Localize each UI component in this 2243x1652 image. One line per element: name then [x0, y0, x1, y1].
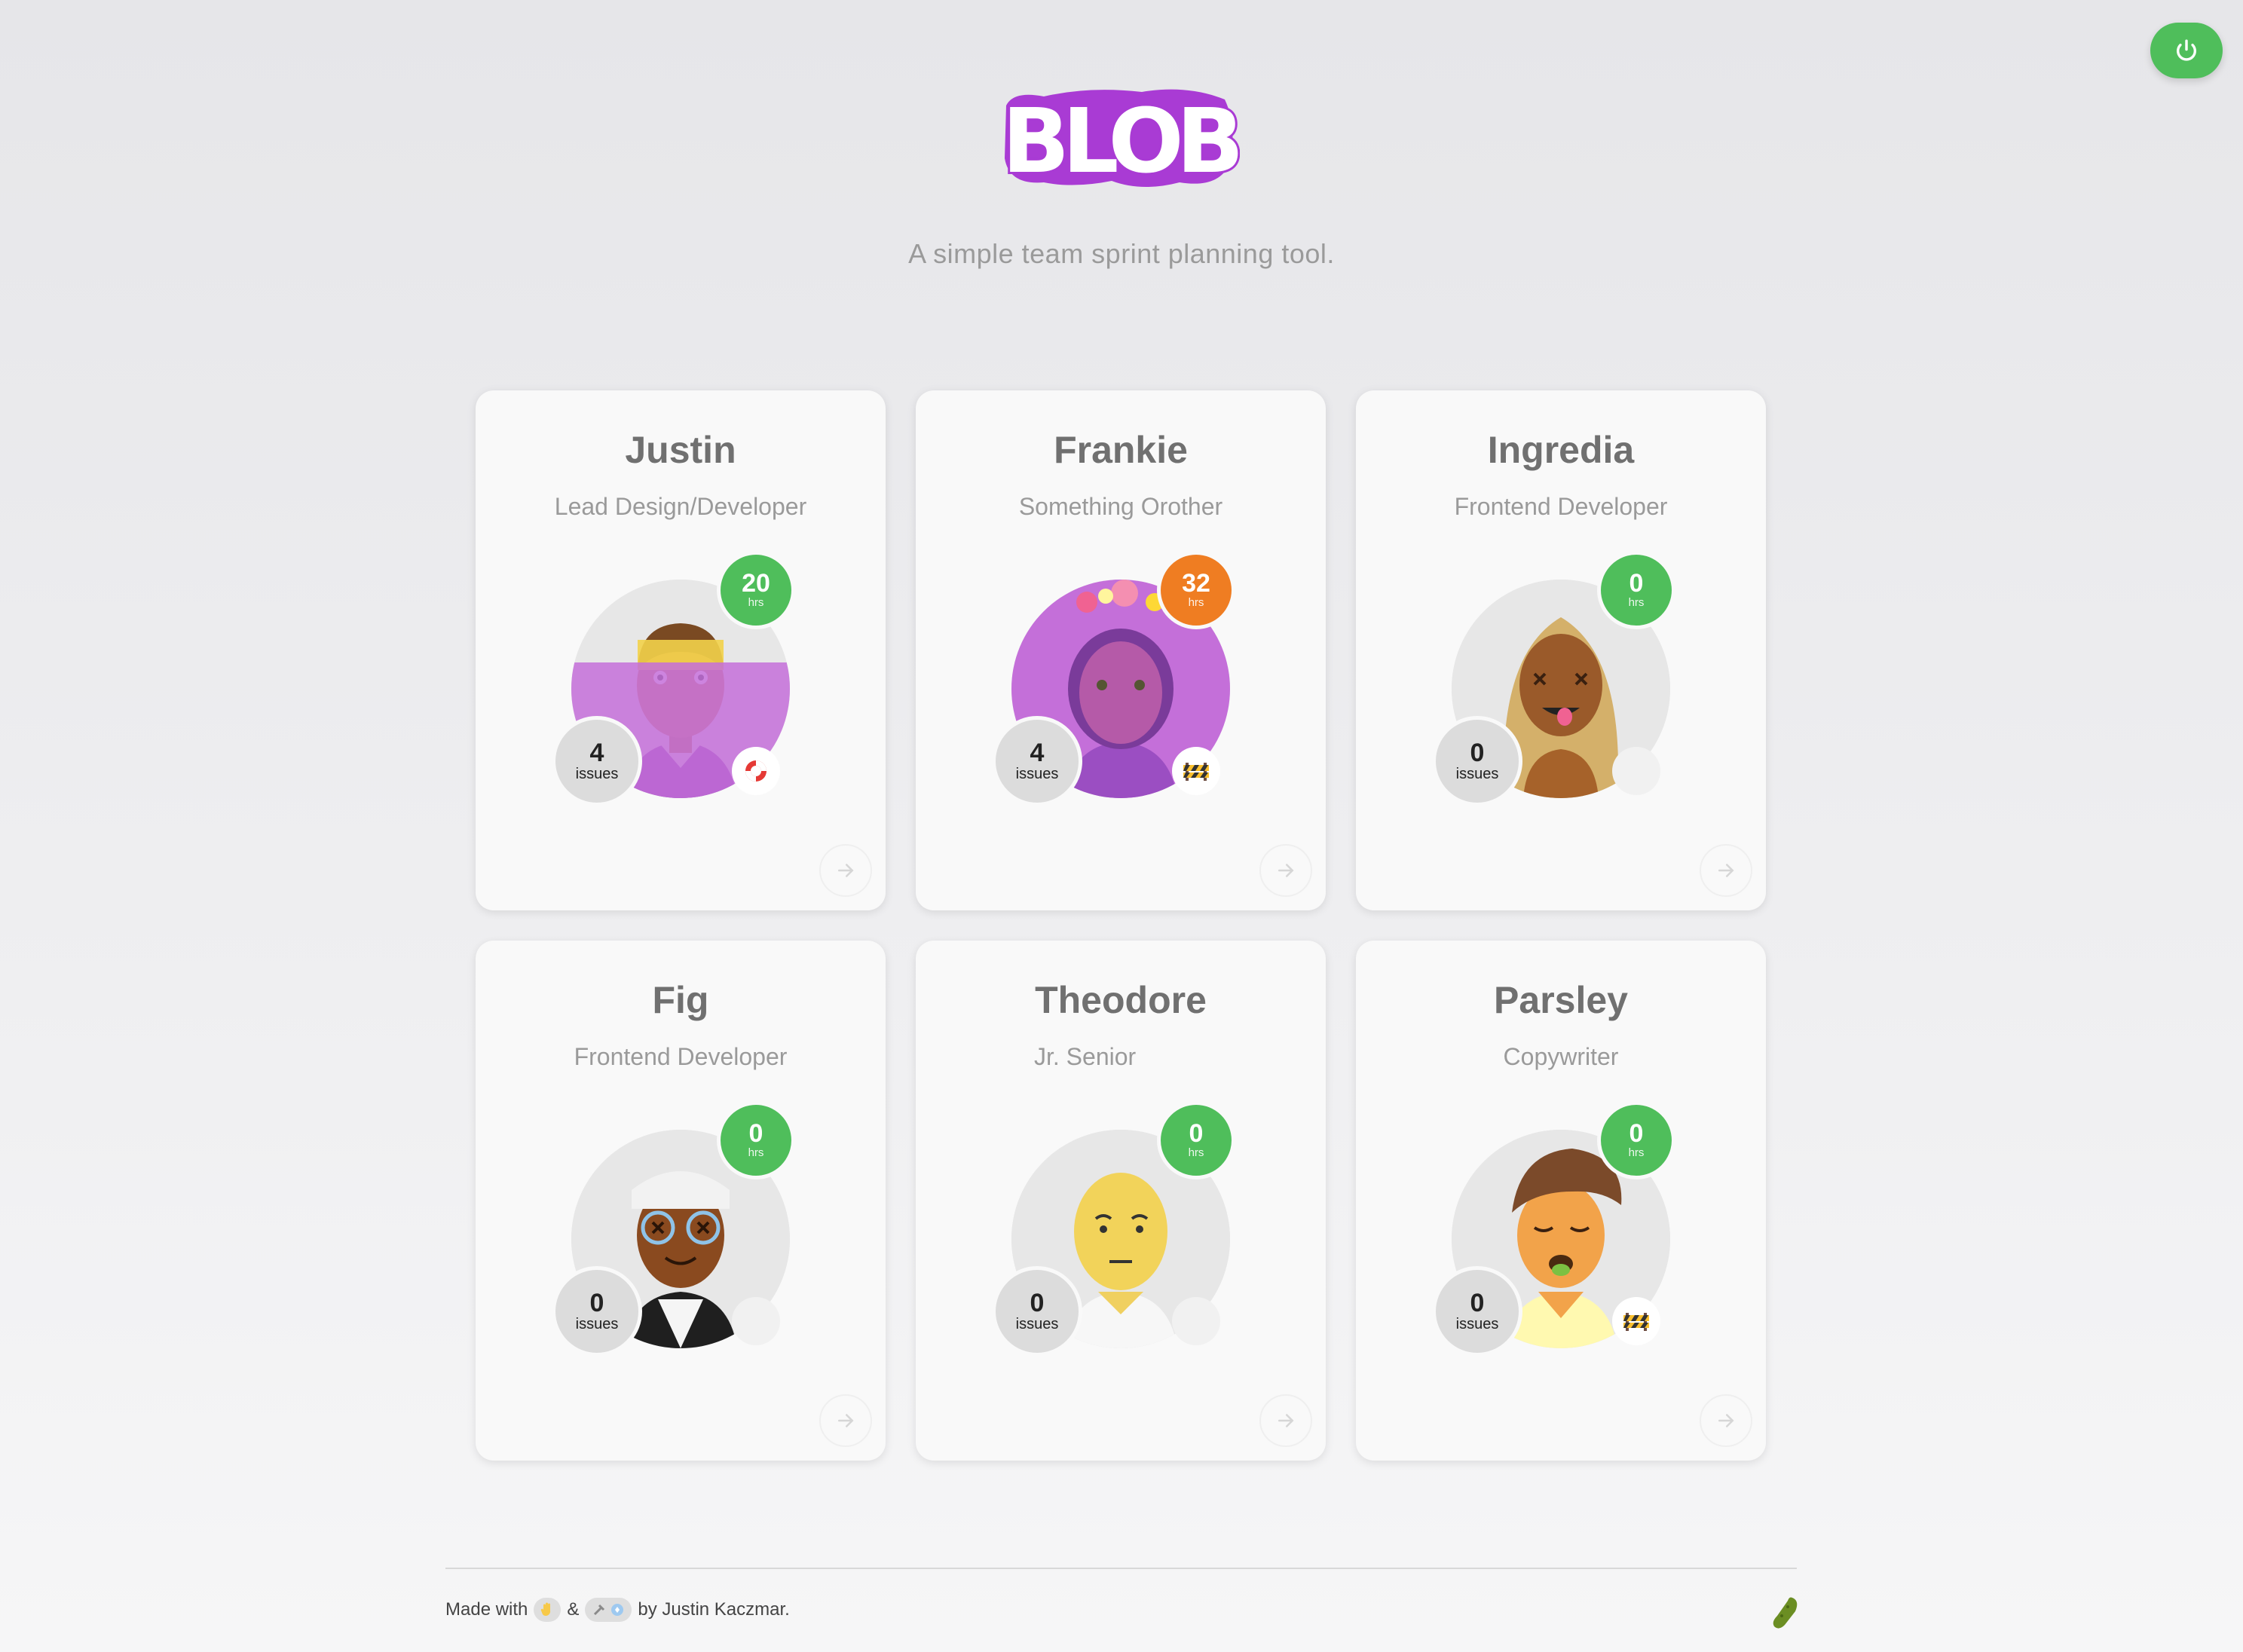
member-name: Frankie	[1054, 429, 1188, 471]
member-role: Lead Design/Developer	[554, 493, 807, 520]
hours-value: 20	[742, 569, 770, 598]
status-badge	[732, 1297, 780, 1345]
hours-unit: hrs	[748, 596, 764, 609]
member-role: Something Orother	[1018, 493, 1223, 520]
hours-badge: 0 hrs	[1157, 1101, 1235, 1179]
hours-unit: hrs	[1188, 1146, 1204, 1159]
member-name: Fig	[652, 979, 709, 1021]
issues-badge: 0 issues	[1432, 716, 1522, 806]
hours-badge: 32 hrs	[1157, 551, 1235, 629]
hours-badge: 0 hrs	[1597, 551, 1675, 629]
svg-text:BLOB: BLOB	[1002, 89, 1238, 193]
power-icon	[2176, 39, 2197, 61]
issues-value: 4	[589, 739, 604, 767]
hours-badge: 0 hrs	[717, 1101, 795, 1179]
member-name: Parsley	[1494, 979, 1628, 1021]
arrow-right-icon	[1278, 1414, 1294, 1427]
footer-author: by Justin Kaczmar.	[638, 1599, 790, 1620]
member-card-ingredia[interactable]: Ingredia Frontend Developer 0 hrs 0 issu…	[1356, 390, 1766, 910]
issues-badge: 0 issues	[552, 1266, 642, 1357]
issues-value: 0	[589, 1289, 604, 1317]
footer: Made with & by Justin Kaczmar.	[445, 1598, 790, 1622]
member-card-theodore[interactable]: Theodore Jr. Senior 0 hrs 0 issues	[916, 941, 1326, 1461]
issues-unit: issues	[1455, 1316, 1499, 1332]
issues-value: 0	[1030, 1289, 1045, 1317]
footer-divider	[445, 1568, 1797, 1569]
issues-unit: issues	[1015, 766, 1059, 782]
hand-icon	[534, 1598, 562, 1622]
open-member-button[interactable]	[1700, 844, 1752, 897]
member-name: Justin	[625, 429, 736, 471]
hours-value: 0	[1629, 1119, 1644, 1148]
member-card-frankie[interactable]: Frankie Something Orother 32 hrs 4 issue…	[916, 390, 1326, 910]
status-badge	[1612, 747, 1660, 795]
open-member-button[interactable]	[1700, 1394, 1752, 1447]
issues-badge: 0 issues	[992, 1266, 1082, 1357]
member-role: Frontend Developer	[1454, 493, 1668, 520]
hours-badge: 20 hrs	[717, 551, 795, 629]
member-card-justin[interactable]: Justin Lead Design/Developer 20 hrs 4 is…	[476, 390, 886, 910]
footer-ampersand: &	[567, 1599, 580, 1620]
issues-value: 4	[1030, 739, 1045, 767]
issues-value: 0	[1470, 739, 1485, 767]
status-badge	[1172, 747, 1220, 795]
member-name: Ingredia	[1487, 429, 1635, 471]
hours-unit: hrs	[1188, 596, 1204, 609]
member-card-parsley[interactable]: Parsley Copywriter 0 hrs 0 issues	[1356, 941, 1766, 1461]
power-button[interactable]	[2150, 23, 2223, 78]
arrow-right-icon	[1278, 864, 1294, 877]
issues-badge: 4 issues	[992, 716, 1082, 806]
open-member-button[interactable]	[1259, 844, 1312, 897]
open-member-button[interactable]	[819, 844, 872, 897]
status-badge	[1612, 1297, 1660, 1345]
member-card-fig[interactable]: Fig Frontend Developer 0 hrs 0 issues	[476, 941, 886, 1461]
arrow-right-icon	[1718, 864, 1734, 877]
issues-unit: issues	[1015, 1316, 1059, 1332]
arrow-right-icon	[838, 864, 854, 877]
hours-value: 0	[1189, 1119, 1204, 1148]
open-member-button[interactable]	[819, 1394, 872, 1447]
issues-badge: 0 issues	[1432, 1266, 1522, 1357]
member-role: Jr. Senior	[1034, 1043, 1137, 1070]
hours-unit: hrs	[1628, 596, 1645, 609]
status-badge	[732, 747, 780, 795]
status-badge	[1172, 1297, 1220, 1345]
pickle-icon	[1771, 1595, 1801, 1631]
blob-logo: BLOB	[999, 83, 1247, 196]
issues-unit: issues	[575, 766, 619, 782]
tools-icon	[585, 1598, 632, 1622]
hours-value: 0	[748, 1119, 763, 1148]
issues-unit: issues	[1455, 766, 1499, 782]
footer-made-with: Made with	[445, 1599, 528, 1620]
construction-barrier-icon	[1183, 763, 1209, 781]
member-name: Theodore	[1035, 979, 1207, 1021]
hours-value: 0	[1629, 569, 1644, 598]
open-member-button[interactable]	[1259, 1394, 1312, 1447]
issues-unit: issues	[575, 1316, 619, 1332]
hours-value: 32	[1182, 569, 1210, 598]
member-role: Frontend Developer	[574, 1043, 788, 1070]
hours-unit: hrs	[748, 1146, 764, 1159]
member-role: Copywriter	[1503, 1043, 1619, 1070]
lifebuoy-icon	[745, 760, 767, 782]
hours-badge: 0 hrs	[1597, 1101, 1675, 1179]
arrow-right-icon	[1718, 1414, 1734, 1427]
issues-badge: 4 issues	[552, 716, 642, 806]
hours-unit: hrs	[1628, 1146, 1645, 1159]
tagline: A simple team sprint planning tool.	[908, 238, 1335, 269]
construction-barrier-icon	[1623, 1313, 1649, 1331]
issues-value: 0	[1470, 1289, 1485, 1317]
arrow-right-icon	[838, 1414, 854, 1427]
